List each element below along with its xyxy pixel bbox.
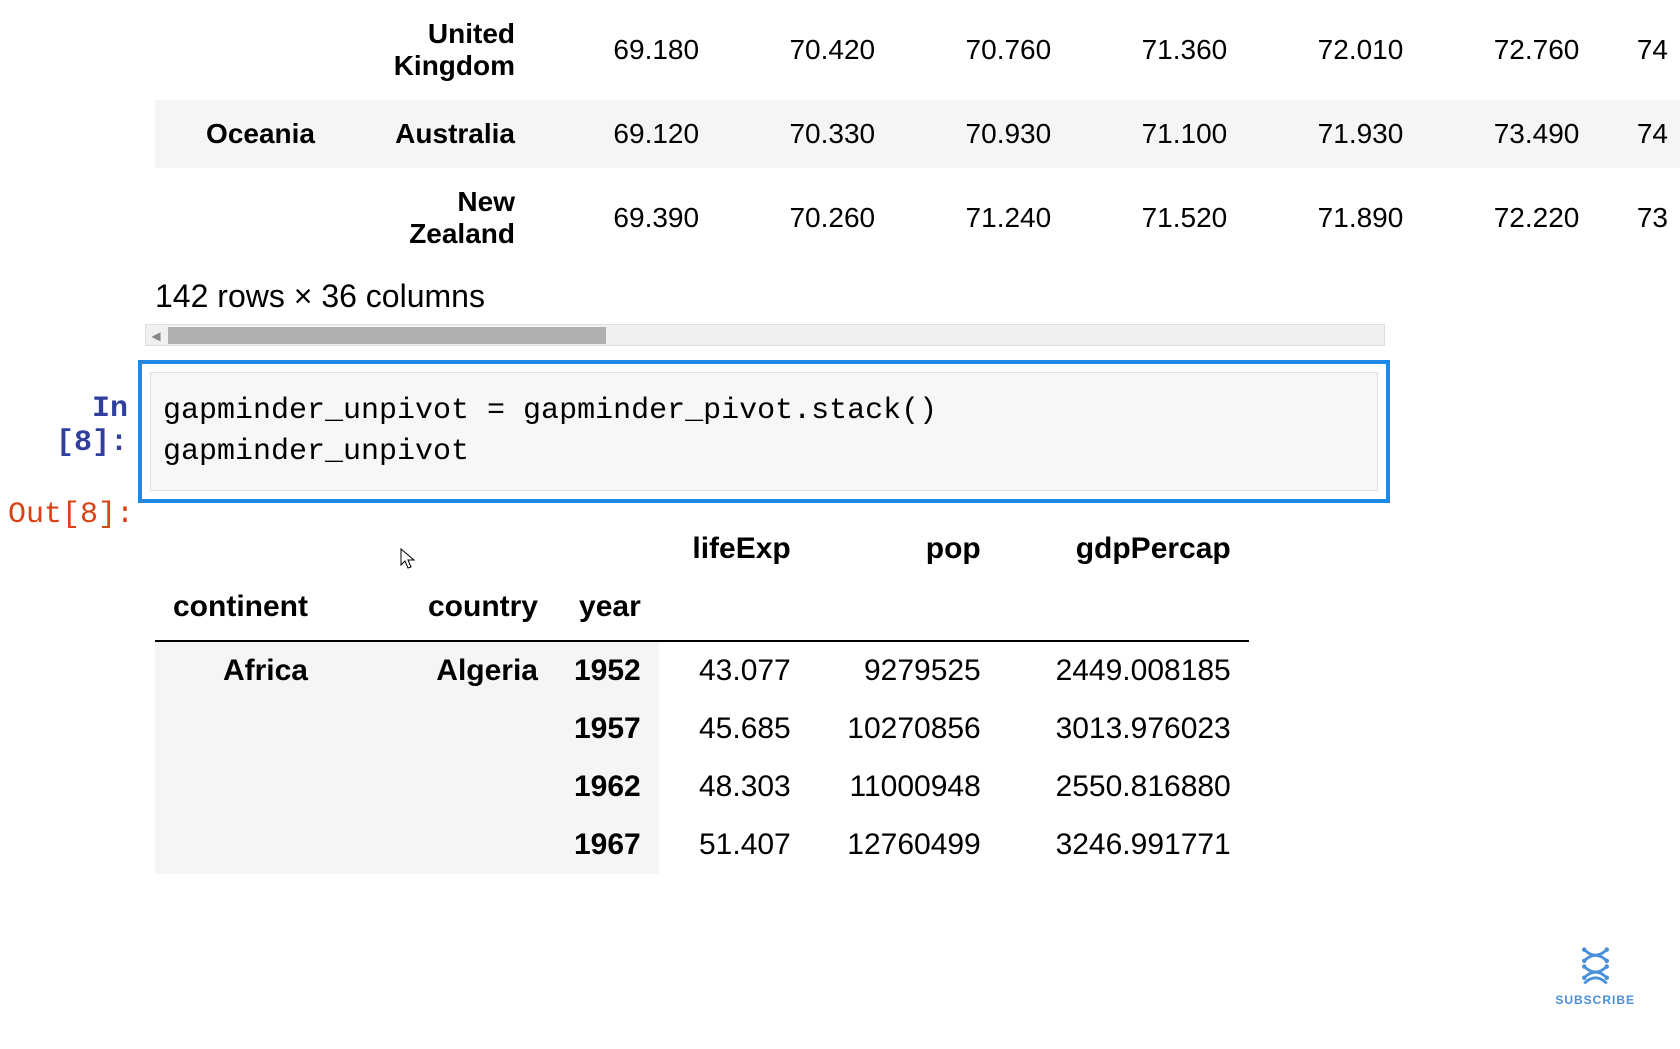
value-cell: 73	[1591, 168, 1680, 268]
scrollbar-left-arrow[interactable]: ◀	[146, 326, 166, 346]
index-header-country: country	[326, 578, 556, 641]
value-cell: 71.520	[1063, 168, 1239, 268]
index-header-continent: continent	[155, 578, 326, 641]
country-cell: New Zealand	[335, 168, 535, 268]
gdpPercap-cell: 2449.008185	[999, 641, 1249, 700]
value-cell: 70.420	[711, 0, 887, 100]
country-index-cell: Algeria	[326, 641, 556, 700]
lifeExp-cell: 43.077	[659, 641, 809, 700]
table-row: 196751.407127604993246.991771	[155, 816, 1249, 874]
value-cell: 71.240	[887, 168, 1063, 268]
code-cell[interactable]: gapminder_unpivot = gapminder_pivot.stac…	[138, 360, 1390, 503]
value-cell: 71.930	[1239, 100, 1415, 168]
horizontal-scrollbar[interactable]: ◀	[145, 324, 1385, 346]
scrollbar-thumb[interactable]	[168, 327, 606, 344]
country-index-cell	[326, 816, 556, 874]
value-cell: 69.120	[535, 100, 711, 168]
value-cell: 70.330	[711, 100, 887, 168]
value-cell: 72.760	[1415, 0, 1591, 100]
value-cell: 71.890	[1239, 168, 1415, 268]
value-cell: 70.930	[887, 100, 1063, 168]
value-cell: 72.220	[1415, 168, 1591, 268]
continent-cell	[155, 168, 335, 268]
table-row: OceaniaAustralia69.12070.33070.93071.100…	[155, 100, 1680, 168]
year-index-cell: 1962	[556, 758, 659, 816]
value-cell: 69.390	[535, 168, 711, 268]
pop-cell: 11000948	[809, 758, 999, 816]
value-cell: 69.180	[535, 0, 711, 100]
continent-index-cell	[155, 758, 326, 816]
input-prompt: In [8]:	[8, 360, 138, 460]
country-index-cell	[326, 758, 556, 816]
output-prompt: Out[8]:	[8, 498, 138, 532]
gdpPercap-cell: 3246.991771	[999, 816, 1249, 874]
col-header-pop: pop	[809, 520, 999, 578]
year-index-cell: 1967	[556, 816, 659, 874]
value-cell: 71.360	[1063, 0, 1239, 100]
table-row: 196248.303110009482550.816880	[155, 758, 1249, 816]
gdpPercap-cell: 2550.816880	[999, 758, 1249, 816]
gdpPercap-cell: 3013.976023	[999, 700, 1249, 758]
country-cell: Australia	[335, 100, 535, 168]
continent-index-cell: Africa	[155, 641, 326, 700]
code-editor[interactable]: gapminder_unpivot = gapminder_pivot.stac…	[150, 372, 1378, 491]
dna-icon	[1573, 944, 1618, 989]
value-cell: 74	[1591, 0, 1680, 100]
value-cell: 70.760	[887, 0, 1063, 100]
table-row: New Zealand69.39070.26071.24071.52071.89…	[155, 168, 1680, 268]
col-header-gdpPercap: gdpPercap	[999, 520, 1249, 578]
lifeExp-cell: 45.685	[659, 700, 809, 758]
table-row: United Kingdom69.18070.42070.76071.36072…	[155, 0, 1680, 100]
value-cell: 74	[1591, 100, 1680, 168]
lifeExp-cell: 51.407	[659, 816, 809, 874]
value-cell: 72.010	[1239, 0, 1415, 100]
year-index-cell: 1952	[556, 641, 659, 700]
col-header-lifeExp: lifeExp	[659, 520, 809, 578]
pop-cell: 12760499	[809, 816, 999, 874]
dataframe-shape-label: 142 rows × 36 columns	[155, 258, 485, 327]
subscribe-label: SUBSCRIBE	[1555, 993, 1635, 1007]
value-cell: 73.490	[1415, 100, 1591, 168]
lifeExp-cell: 48.303	[659, 758, 809, 816]
table-row: AfricaAlgeria195243.07792795252449.00818…	[155, 641, 1249, 700]
country-index-cell	[326, 700, 556, 758]
value-cell: 71.100	[1063, 100, 1239, 168]
output-dataframe-table: lifeExp pop gdpPercap continent country …	[155, 520, 1249, 874]
continent-cell: Oceania	[155, 100, 335, 168]
value-cell: 70.260	[711, 168, 887, 268]
continent-index-cell	[155, 816, 326, 874]
country-cell: United Kingdom	[335, 0, 535, 100]
year-index-cell: 1957	[556, 700, 659, 758]
continent-cell	[155, 0, 335, 100]
table-row: 195745.685102708563013.976023	[155, 700, 1249, 758]
continent-index-cell	[155, 700, 326, 758]
index-header-year: year	[556, 578, 659, 641]
subscribe-watermark: SUBSCRIBE	[1555, 944, 1635, 1007]
top-output-table: United Kingdom69.18070.42070.76071.36072…	[155, 0, 1680, 268]
pop-cell: 10270856	[809, 700, 999, 758]
pop-cell: 9279525	[809, 641, 999, 700]
